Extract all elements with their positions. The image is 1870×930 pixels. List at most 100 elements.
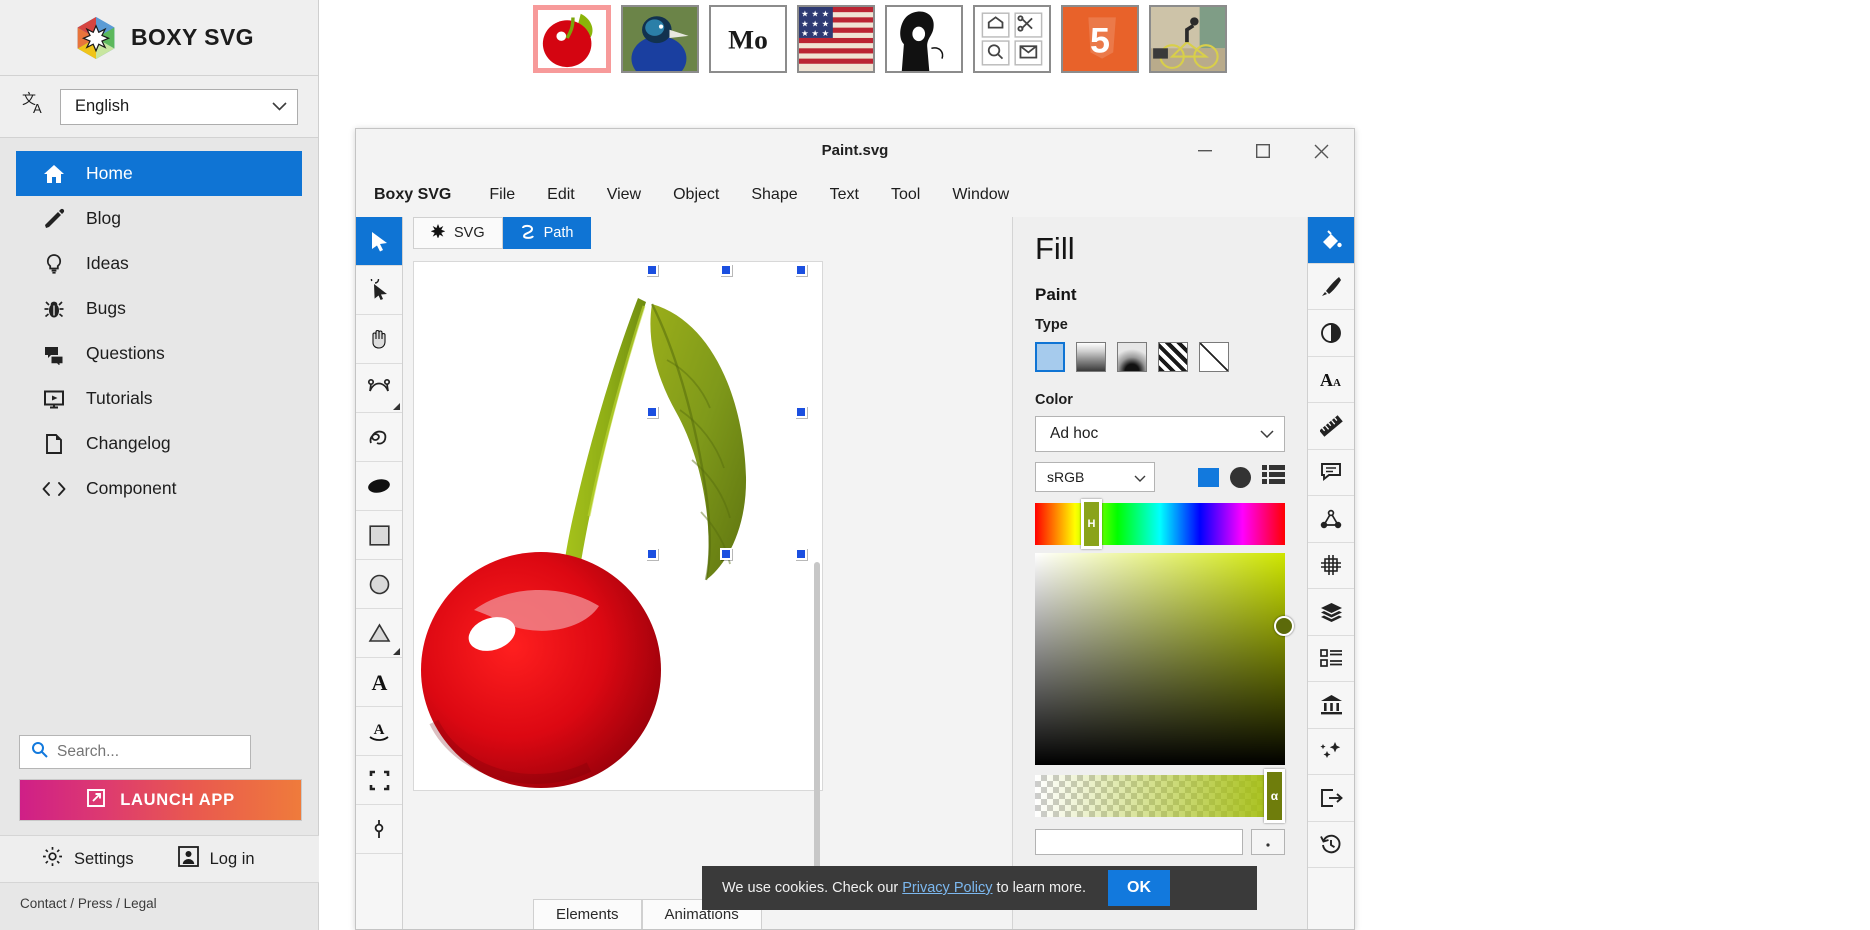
geometry-panel-icon[interactable]: [1308, 403, 1354, 450]
comments-panel-icon[interactable]: [1308, 450, 1354, 496]
saturation-value-handle[interactable]: [1274, 616, 1294, 636]
solid-fill-swatch[interactable]: [1035, 342, 1065, 372]
svg-text:★ ★ ★: ★ ★ ★: [801, 8, 829, 18]
privacy-policy-link[interactable]: Privacy Policy: [902, 880, 992, 896]
color-space-select[interactable]: sRGB: [1035, 462, 1155, 492]
menu-text[interactable]: Text: [814, 186, 875, 204]
effects-panel-icon[interactable]: [1308, 729, 1354, 775]
color-preset-select[interactable]: Ad hoc: [1035, 416, 1285, 452]
search-input[interactable]: [57, 743, 227, 761]
sidebar-item-bugs[interactable]: Bugs: [16, 286, 302, 331]
sidebar-item-changelog[interactable]: Changelog: [16, 421, 302, 466]
cyclist-thumbnail[interactable]: [1149, 5, 1227, 73]
settings-link[interactable]: Settings: [42, 846, 134, 872]
cookie-ok-button[interactable]: OK: [1108, 870, 1171, 906]
menu-view[interactable]: View: [591, 186, 657, 204]
alpha-slider[interactable]: α: [1035, 769, 1285, 823]
login-link[interactable]: Log in: [177, 846, 255, 872]
legal-link[interactable]: Legal: [124, 896, 157, 911]
freehand-tool[interactable]: [356, 413, 402, 462]
menu-shape[interactable]: Shape: [735, 186, 813, 204]
portrait-thumbnail[interactable]: [885, 5, 963, 73]
cherry-thumbnail[interactable]: [533, 5, 611, 73]
stroke-panel-icon[interactable]: [1308, 264, 1354, 310]
contact-link[interactable]: Contact: [20, 896, 67, 911]
sidebar-item-blog[interactable]: Blog: [16, 196, 302, 241]
language-select[interactable]: English: [60, 88, 298, 125]
filters-panel-icon[interactable]: [1308, 310, 1354, 357]
sidebar-item-questions[interactable]: Questions: [16, 331, 302, 376]
selection-handle-bottom-right[interactable]: [795, 548, 807, 560]
canvas-scrollbar[interactable]: [814, 562, 820, 892]
cherry-artwork[interactable]: [414, 262, 824, 792]
rectangle-tool[interactable]: [356, 511, 402, 560]
hue-slider[interactable]: H: [1035, 499, 1285, 549]
library-panel-icon[interactable]: [1308, 682, 1354, 729]
menu-file[interactable]: File: [473, 186, 531, 204]
menu-boxy-svg[interactable]: Boxy SVG: [374, 186, 473, 204]
sidebar-item-home[interactable]: Home: [16, 151, 302, 196]
bezier-tool[interactable]: [356, 364, 402, 413]
saturation-value-picker[interactable]: [1035, 553, 1294, 765]
typography-panel-icon[interactable]: AA: [1308, 357, 1354, 403]
sliders-list-icon[interactable]: [1262, 465, 1285, 489]
export-panel-icon[interactable]: [1308, 775, 1354, 822]
mo-text-thumbnail[interactable]: Mo: [709, 5, 787, 73]
text-on-path-tool[interactable]: A: [356, 707, 402, 756]
peacock-thumbnail[interactable]: [621, 5, 699, 73]
canvas-sheet[interactable]: [413, 261, 824, 892]
point-tool[interactable]: [356, 805, 402, 854]
icon-grid-thumbnail[interactable]: [973, 5, 1051, 73]
selection-handle-bottom-center[interactable]: [720, 548, 732, 560]
color-value-input[interactable]: [1035, 829, 1243, 855]
tab-path[interactable]: Path: [502, 217, 592, 249]
menu-object[interactable]: Object: [657, 186, 735, 204]
history-panel-icon[interactable]: [1308, 822, 1354, 868]
blob-tool[interactable]: [356, 462, 402, 511]
press-link[interactable]: Press: [78, 896, 113, 911]
radial-gradient-swatch[interactable]: [1117, 342, 1147, 372]
pan-tool[interactable]: [356, 315, 402, 364]
selection-handle-top-left[interactable]: [646, 264, 658, 276]
elements-panel-icon[interactable]: [1308, 636, 1354, 682]
text-tool[interactable]: A: [356, 658, 402, 707]
fill-panel-icon[interactable]: [1308, 217, 1354, 264]
layers-panel-icon[interactable]: [1308, 589, 1354, 636]
search-box[interactable]: [19, 735, 251, 769]
menu-tool[interactable]: Tool: [875, 186, 936, 204]
sidebar-item-ideas[interactable]: Ideas: [16, 241, 302, 286]
usa-flag-thumbnail[interactable]: ★ ★ ★ ★ ★ ★ ★ ★ ★: [797, 5, 875, 73]
sidebar-item-tutorials[interactable]: Tutorials: [16, 376, 302, 421]
tab-svg[interactable]: SVG: [413, 217, 503, 249]
maximize-button[interactable]: [1234, 129, 1292, 173]
selection-handle-top-right[interactable]: [795, 264, 807, 276]
menu-edit[interactable]: Edit: [531, 186, 591, 204]
selection-handle-top-center[interactable]: [720, 264, 732, 276]
sidebar-item-component[interactable]: Component: [16, 466, 302, 511]
launch-app-button[interactable]: LAUNCH APP: [19, 779, 302, 821]
minimize-button[interactable]: [1176, 129, 1234, 173]
select-tool[interactable]: [356, 217, 402, 266]
pattern-fill-swatch[interactable]: [1158, 342, 1188, 372]
node-edit-tool[interactable]: [356, 266, 402, 315]
ellipse-tool[interactable]: [356, 560, 402, 609]
swatch-color-icon[interactable]: [1198, 467, 1219, 487]
nodes-panel-icon[interactable]: [1308, 496, 1354, 543]
alpha-slider-handle[interactable]: α: [1264, 769, 1285, 823]
none-fill-swatch[interactable]: [1199, 342, 1229, 372]
selection-handle-middle-right[interactable]: [795, 406, 807, 418]
chevron-down-icon: [272, 97, 287, 116]
close-button[interactable]: [1292, 129, 1350, 173]
selection-handle-bottom-left[interactable]: [646, 548, 658, 560]
color-wheel-icon[interactable]: [1230, 466, 1251, 488]
crop-tool[interactable]: [356, 756, 402, 805]
color-eyedropper-button[interactable]: [1251, 829, 1285, 855]
hue-slider-handle[interactable]: H: [1081, 499, 1102, 549]
polygon-tool[interactable]: [356, 609, 402, 658]
menu-window[interactable]: Window: [936, 186, 1025, 204]
linear-gradient-swatch[interactable]: [1076, 342, 1106, 372]
html5-logo-thumbnail[interactable]: 5: [1061, 5, 1139, 73]
tab-elements[interactable]: Elements: [533, 899, 642, 929]
grid-panel-icon[interactable]: [1308, 543, 1354, 589]
selection-handle-middle-left[interactable]: [646, 406, 658, 418]
